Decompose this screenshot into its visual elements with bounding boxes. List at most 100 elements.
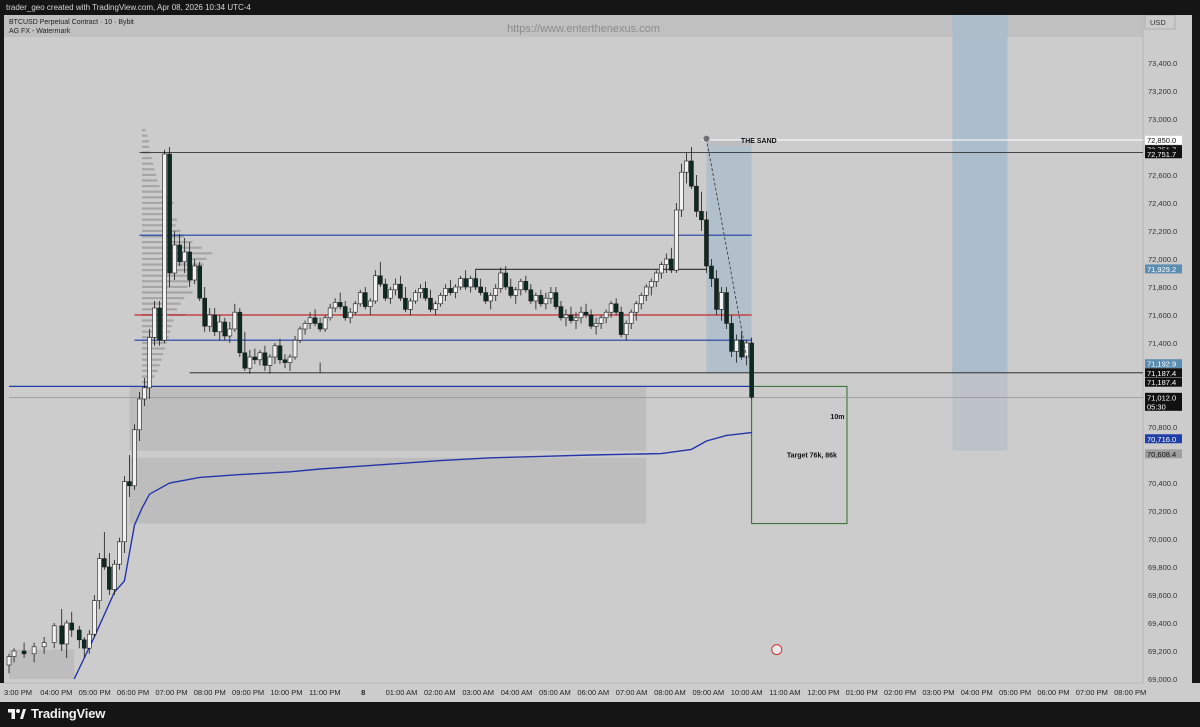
candle-bullish [408,300,413,310]
annotation-label: Target 76k, 86k [787,452,837,459]
candle-bearish [222,321,228,337]
candle-bullish [327,307,333,319]
candle-bullish [41,642,47,648]
price-label: 71,929.2 [1147,265,1176,274]
candle-bearish [739,339,744,358]
candle-bullish [603,311,609,319]
candle-bullish [684,160,689,173]
candle-bearish [428,297,433,310]
watermark-url: https://www.enterthenexus.com [507,23,660,35]
candle-bullish [217,321,223,333]
candle-bearish [478,286,483,293]
candle-bullish [413,292,418,302]
candle-bullish [142,387,147,400]
time-tick-label: 11:00 PM [309,688,341,697]
time-tick-label: 12:00 PM [807,688,839,697]
volume-profile-row [141,168,155,171]
candle-bullish [373,275,378,302]
tradingview-logo[interactable]: TradingView [8,706,105,721]
volume-profile-row [141,129,146,132]
indicator-legend[interactable]: AG FX - Watermark [9,27,70,36]
candle-bearish [523,281,529,291]
time-tick-label: 08:00 AM [654,688,686,697]
time-tick-label: 04:00 AM [501,688,533,697]
candle-bullish [247,356,253,369]
price-tick-label: 73,200.0 [1148,87,1177,96]
candle-bearish [76,629,82,641]
candle-bullish [147,337,152,389]
candle-bullish [307,317,313,324]
candle-bearish [157,307,162,341]
candle-bullish [92,600,97,635]
volume-profile-row [141,213,172,216]
sand-swing-point [703,135,710,142]
candle-bearish [167,153,172,274]
time-tick-label: 8 [361,688,365,697]
candle-bullish [192,265,197,281]
candle-bearish [473,278,478,288]
candle-bullish [719,292,724,310]
candle-bullish [332,302,338,309]
time-tick-label: 02:00 AM [424,688,456,697]
candle-bullish [744,342,749,358]
price-label: 71,012.0 [1147,393,1176,402]
time-tick-label: 07:00 AM [616,688,648,697]
candle-bearish [423,288,428,299]
candle-bullish [593,323,599,327]
candle-bearish [197,265,202,299]
candle-bullish [357,292,363,305]
candle-bearish [538,295,544,305]
candle-bearish [383,283,388,299]
candle-bearish [362,292,368,307]
candle-bullish [493,288,499,296]
chart-frame[interactable]: https://www.enterthenexus.com THE SAND 10m… [0,15,1200,702]
chart-canvas[interactable]: https://www.enterthenexus.com THE SAND 10m… [0,15,1200,702]
candle-bearish [312,317,318,324]
candle-bearish [107,566,112,590]
candle-bearish [398,283,403,299]
time-tick-label: 04:00 PM [961,688,993,697]
candle-bearish [558,306,564,319]
price-label: 71,187.4 [1147,369,1176,378]
volume-profile-row [141,157,152,160]
candle-bearish [69,622,75,631]
price-label: 70,716.0 [1147,435,1176,444]
time-tick-label: 06:00 PM [117,688,149,697]
candle-bullish [64,622,70,645]
price-label: 71,187.4 [1147,378,1176,387]
time-tick-label: 01:00 AM [386,688,418,697]
candle-bullish [172,244,177,274]
currency-label: USD [1150,18,1166,27]
candle-bearish [378,275,383,285]
volume-profile-row [141,162,154,165]
candle-bearish [709,265,714,279]
candle-bearish [463,278,468,288]
candle-bullish [653,272,659,282]
tradingview-brand: TradingView [31,706,106,721]
price-label: 71,192.9 [1147,360,1176,369]
candle-bearish [237,311,243,354]
candle-bearish [403,297,408,310]
candle-bullish [578,311,584,319]
price-label: 70,608.4 [1147,450,1176,459]
price-tick-label: 72,000.0 [1148,255,1177,264]
price-tick-label: 69,600.0 [1148,591,1177,600]
candle-bullish [679,171,684,211]
time-tick-label: 06:00 PM [1037,688,1069,697]
candle-bullish [388,289,393,299]
us-flag-icon [771,644,783,656]
volume-profile-row [141,252,213,255]
candle-bearish [262,352,268,366]
candle-bullish [322,317,328,330]
candle-bullish [518,281,524,291]
candle-bearish [252,356,258,361]
candle-bearish [342,306,348,319]
candle-bullish [453,286,458,293]
time-tick-label: 08:00 PM [1114,688,1146,697]
time-tick-label: 10:00 PM [270,688,302,697]
volume-profile-row [141,145,150,148]
candle-bullish [468,278,473,288]
symbol-legend[interactable]: BTCUSD Perpetual Contract · 10 · Bybit [9,18,134,27]
candle-bullish [643,286,649,296]
candle-bullish [117,541,122,565]
